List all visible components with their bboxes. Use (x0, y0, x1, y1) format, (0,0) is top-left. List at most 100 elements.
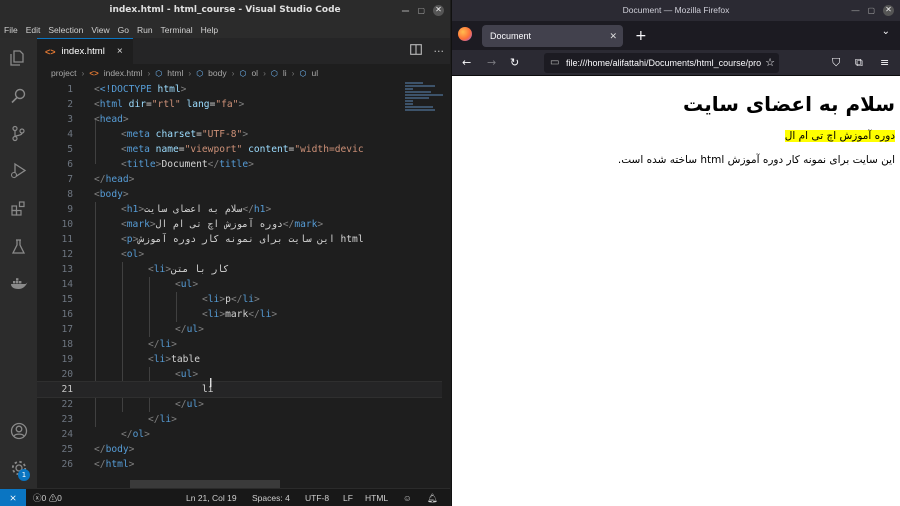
warning-icon: ⚠ (48, 493, 58, 503)
reload-icon[interactable]: ↻ (510, 50, 519, 76)
breadcrumb-file[interactable]: index.html (104, 68, 143, 78)
code-line: 11 <p>این سایت برای نمونه کار دوره آموزش … (61, 234, 364, 245)
url-bar[interactable]: ▭ file:///home/alifattahi/Documents/html… (544, 53, 779, 73)
menu-terminal[interactable]: Terminal (161, 25, 193, 35)
line-ending[interactable]: LF (343, 489, 353, 506)
menu-selection[interactable]: Selection (48, 25, 83, 35)
feedback-icon[interactable]: ☺ (403, 489, 412, 506)
menu-run[interactable]: Run (137, 25, 153, 35)
forward-arrow-icon[interactable]: → (487, 50, 496, 76)
chevron-down-icon[interactable]: ⌄ (882, 26, 890, 37)
code-line-current: 21 li (37, 381, 442, 398)
extensions-icon[interactable] (0, 193, 37, 223)
maximize-icon[interactable]: ▢ (867, 6, 875, 16)
code-line: 9 <h1>سلام به اعضای سایت</h1> (67, 204, 272, 215)
code-line: 19 <li>table (61, 354, 201, 365)
code-line: 24 </ol> (61, 429, 150, 440)
highlighted-text: دوره آموزش اچ تی ام ال (784, 130, 895, 142)
page-paragraph: این سایت برای نمونه کار دوره آموزش html … (617, 154, 895, 166)
explorer-icon[interactable] (0, 42, 37, 72)
breadcrumb-symbol-li[interactable]: li (283, 68, 287, 78)
chevron-right-icon: › (81, 68, 85, 78)
firefox-tab-bar: Document ✕ + ⌄ (452, 21, 900, 50)
bookmark-star-icon[interactable]: ☆ (762, 53, 775, 73)
minimap[interactable] (405, 82, 445, 122)
close-tab-icon[interactable]: ✕ (609, 25, 617, 47)
back-arrow-icon[interactable]: ← (462, 50, 471, 76)
breadcrumb-symbol-html[interactable]: html (167, 68, 183, 78)
close-icon[interactable]: ✕ (433, 5, 444, 16)
code-line: 10 <mark>دوره آموزش اچ تی ام ال</mark> (61, 219, 324, 230)
split-editor-icon[interactable] (409, 44, 422, 58)
language-mode[interactable]: HTML (365, 489, 388, 506)
account-icon[interactable] (0, 416, 37, 446)
remote-icon[interactable]: ⨯ (0, 489, 26, 506)
firefox-logo-icon[interactable] (458, 27, 472, 41)
indentation[interactable]: Spaces: 4 (252, 489, 290, 506)
menu-file[interactable]: File (4, 25, 18, 35)
chevron-right-icon: › (263, 68, 266, 78)
source-control-icon[interactable] (0, 118, 37, 148)
minimize-icon[interactable]: — (851, 6, 859, 16)
breadcrumb-symbol-ul[interactable]: ul (312, 68, 319, 78)
chevron-right-icon: › (291, 68, 295, 78)
menu-view[interactable]: View (91, 25, 109, 35)
code-line: 1 <<!DOCTYPE html> (67, 84, 187, 95)
tab-index-html[interactable]: <> index.html × (37, 38, 133, 64)
symbol-icon: ⬡ (270, 68, 278, 78)
breadcrumb: project › <> index.html › ⬡ html › ⬡ bod… (37, 64, 450, 82)
code-line: 22 </ul> (61, 399, 204, 410)
code-line: 26 </html> (61, 459, 135, 470)
chevron-right-icon: › (231, 68, 235, 78)
code-line: 23 </li> (61, 414, 177, 425)
more-actions-icon[interactable]: ··· (434, 45, 445, 58)
cursor-position[interactable]: Ln 21, Col 19 (186, 489, 237, 506)
settings-gear-icon[interactable]: 1 (0, 453, 37, 483)
code-line: 13 <li>کار با متن (61, 264, 229, 275)
breadcrumb-folder[interactable]: project (51, 68, 77, 78)
window-title: index.html - html_course - Visual Studio… (109, 5, 341, 15)
symbol-icon: ⬡ (299, 68, 307, 78)
code-line: 8 <body> (67, 189, 129, 200)
vscode-window: index.html - html_course - Visual Studio… (0, 0, 450, 506)
chevron-right-icon: › (188, 68, 192, 78)
html-file-icon: <> (45, 46, 56, 57)
search-icon[interactable] (0, 80, 37, 110)
code-line: 14 <ul> (61, 279, 199, 290)
notifications-bell-icon[interactable]: 🔔︎ (427, 489, 438, 506)
minimize-icon[interactable]: — (401, 6, 409, 16)
run-debug-icon[interactable] (0, 155, 37, 185)
status-bar: ⨯ ⓧ0 ⚠0 Ln 21, Col 19 Spaces: 4 UTF-8 LF… (0, 488, 450, 506)
window-title: Document — Mozilla Firefox (622, 5, 730, 15)
testing-icon[interactable] (0, 231, 37, 261)
menu-bar: File Edit Selection View Go Run Terminal… (0, 21, 450, 38)
hamburger-menu-icon[interactable]: ≡ (880, 50, 889, 76)
menu-go[interactable]: Go (118, 25, 129, 35)
maximize-icon[interactable]: ▢ (417, 6, 425, 16)
extensions-puzzle-icon[interactable]: ⧉ (855, 50, 863, 76)
menu-help[interactable]: Help (201, 25, 218, 35)
new-tab-plus-icon[interactable]: + (635, 25, 647, 47)
encoding[interactable]: UTF-8 (305, 489, 329, 506)
browser-tab-document[interactable]: Document ✕ (482, 25, 623, 47)
code-line: 20 <ul> (61, 369, 199, 380)
docker-icon[interactable] (0, 269, 37, 299)
pocket-icon[interactable]: ⛉ (832, 50, 840, 76)
code-line: 18 </li> (61, 339, 177, 350)
horizontal-scrollbar[interactable] (130, 480, 280, 488)
page-file-icon: ▭ (550, 57, 560, 68)
navigation-toolbar: ← → ↻ ▭ file:///home/alifattahi/Document… (452, 50, 900, 76)
close-tab-icon[interactable]: × (117, 46, 123, 57)
firefox-titlebar: Document — Mozilla Firefox — ▢ ✕ (452, 0, 900, 21)
close-icon[interactable]: ✕ (883, 5, 894, 16)
code-line: 25 </body> (61, 444, 135, 455)
breadcrumb-symbol-ol[interactable]: ol (251, 68, 258, 78)
breadcrumb-symbol-body[interactable]: body (208, 68, 226, 78)
code-editor[interactable]: 1 <<!DOCTYPE html> 2 <html dir="rtl" lang=… (37, 82, 442, 480)
code-line: 4 <meta charset="UTF-8"> (67, 129, 249, 140)
menu-edit[interactable]: Edit (26, 25, 41, 35)
text-cursor-icon: I (209, 376, 213, 390)
code-line: 5 <meta name="viewport" content="width=de… (67, 144, 364, 155)
problems-indicator[interactable]: ⓧ0 ⚠0 (33, 489, 62, 506)
vscode-titlebar: index.html - html_course - Visual Studio… (0, 0, 450, 21)
